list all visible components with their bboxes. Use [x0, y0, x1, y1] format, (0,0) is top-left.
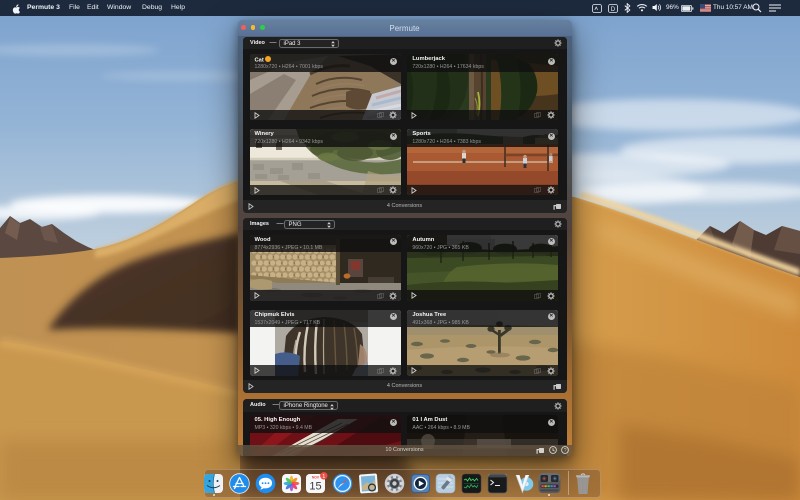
svg-text:15: 15	[310, 480, 322, 492]
svg-text:NOV: NOV	[312, 475, 320, 479]
svg-text:D: D	[611, 6, 616, 12]
svg-text:?: ?	[563, 448, 566, 454]
svg-text:1: 1	[323, 473, 326, 479]
